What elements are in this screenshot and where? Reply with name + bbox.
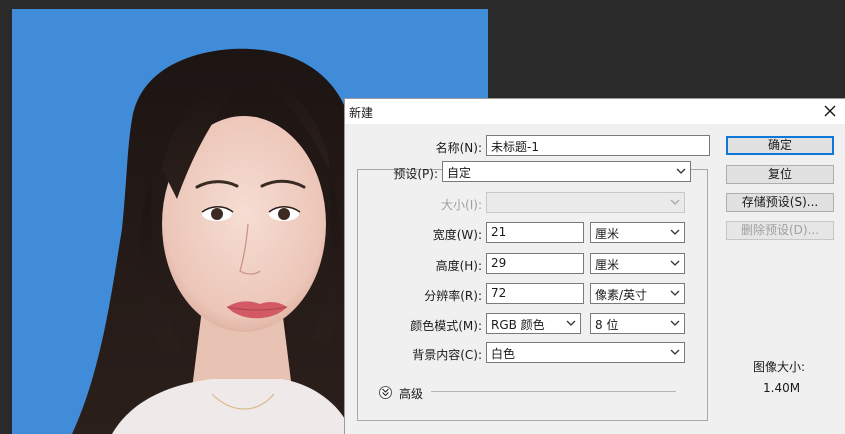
size-label: 大小(I): (441, 198, 482, 212)
width-input[interactable]: 21 (486, 222, 584, 243)
reset-button[interactable]: 复位 (726, 165, 834, 184)
size-select (486, 192, 685, 213)
chevron-down-icon (670, 229, 680, 236)
dialog-title: 新建 (349, 106, 374, 120)
resolution-unit-select[interactable]: 像素/英寸 (590, 283, 685, 304)
new-document-dialog: 新建 名称(N): 未标题-1 预设(P): 自定 大小(I): 宽度(W): … (344, 98, 845, 434)
color-mode-select[interactable]: RGB 颜色 (486, 313, 581, 334)
color-mode-label: 颜色模式(M): (410, 319, 482, 333)
bit-depth-value: 8 位 (595, 318, 619, 332)
color-mode-value: RGB 颜色 (491, 318, 545, 332)
resolution-label: 分辨率(R): (424, 289, 482, 303)
background-label: 背景内容(C): (412, 348, 482, 362)
resolution-unit-value: 像素/英寸 (595, 288, 648, 302)
name-input[interactable]: 未标题-1 (486, 135, 710, 156)
preset-select[interactable]: 自定 (442, 161, 691, 182)
resolution-input[interactable]: 72 (486, 283, 584, 304)
dialog-titlebar[interactable]: 新建 (345, 99, 845, 124)
chevron-down-icon (670, 320, 680, 327)
bit-depth-select[interactable]: 8 位 (590, 313, 685, 334)
save-preset-button[interactable]: 存储预设(S)... (726, 193, 834, 212)
background-value: 白色 (491, 347, 516, 361)
image-size-label: 图像大小: (753, 360, 806, 374)
height-label: 高度(H): (435, 259, 482, 273)
delete-preset-button[interactable]: 删除预设(D)... (726, 221, 834, 240)
expand-advanced-icon[interactable] (379, 386, 392, 399)
chevron-down-icon (670, 290, 680, 297)
width-unit-value: 厘米 (595, 227, 620, 241)
chevron-down-icon (676, 168, 686, 175)
width-unit-select[interactable]: 厘米 (590, 222, 685, 243)
image-size-value: 1.40M (763, 381, 801, 395)
close-icon[interactable] (821, 102, 839, 120)
chevron-down-icon (566, 320, 576, 327)
background-select[interactable]: 白色 (486, 342, 685, 363)
advanced-divider (431, 391, 676, 392)
advanced-label[interactable]: 高级 (399, 385, 423, 402)
chevron-down-icon (670, 349, 680, 356)
width-label: 宽度(W): (432, 228, 482, 242)
height-input[interactable]: 29 (486, 253, 584, 274)
height-unit-value: 厘米 (595, 258, 620, 272)
preset-value: 自定 (447, 166, 472, 180)
chevron-down-icon (670, 199, 680, 206)
height-unit-select[interactable]: 厘米 (590, 253, 685, 274)
preset-label: 预设(P): (393, 167, 438, 181)
name-label: 名称(N): (435, 141, 482, 155)
ok-button[interactable]: 确定 (726, 136, 834, 155)
chevron-down-icon (670, 260, 680, 267)
